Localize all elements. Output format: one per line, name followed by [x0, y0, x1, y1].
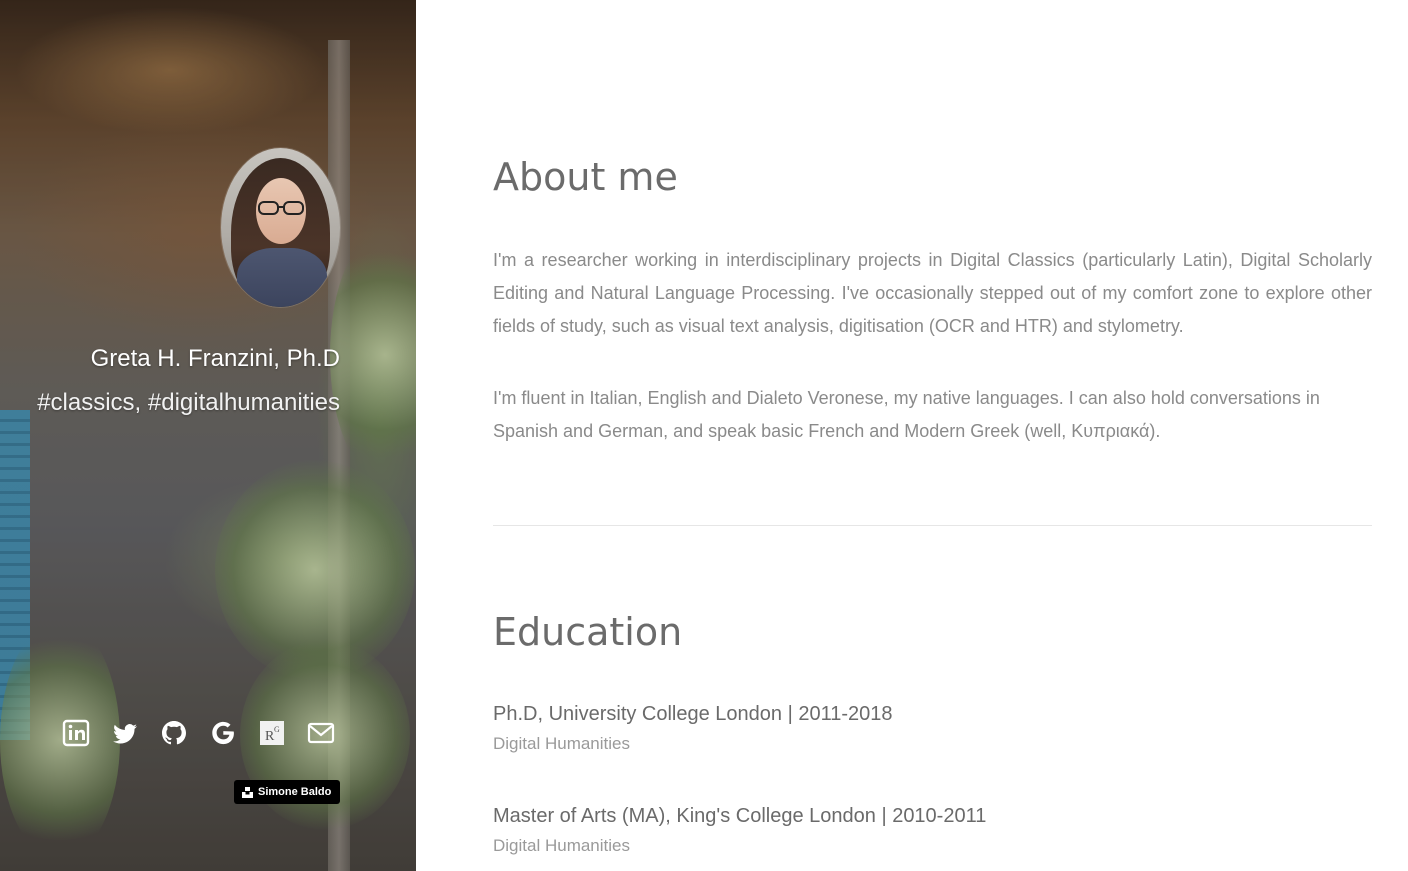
education-degree: Master of Arts (MA), King's College Lond…: [493, 805, 987, 827]
photo-credit-badge[interactable]: Simone Baldo: [234, 780, 341, 804]
education-field: Digital Humanities: [493, 734, 630, 753]
profile-tags: #classics, #digitalhumanities: [37, 389, 340, 416]
avatar-glasses: [258, 201, 304, 215]
github-icon[interactable]: [160, 718, 188, 748]
avatar-sweater: [237, 248, 327, 307]
education-degree: Ph.D, University College London | 2011-2…: [493, 703, 893, 725]
researchgate-icon[interactable]: R G: [258, 718, 286, 748]
unsplash-icon: [242, 786, 253, 798]
photo-credit-label: Simone Baldo: [258, 786, 332, 798]
avatar: [221, 148, 340, 307]
education-field: Digital Humanities: [493, 836, 630, 855]
education-item: Master of Arts (MA), King's College Lond…: [493, 803, 986, 858]
sidebar: Greta H. Franzini, Ph.D #classics, #digi…: [0, 0, 416, 871]
education-title: Education: [493, 610, 683, 654]
google-icon[interactable]: [209, 718, 237, 748]
section-divider: [493, 525, 1372, 526]
about-paragraph: I'm a researcher working in interdiscipl…: [493, 250, 1372, 336]
education-item: Ph.D, University College London | 2011-2…: [493, 701, 893, 756]
social-links: R G: [62, 718, 335, 748]
svg-text:G: G: [274, 725, 280, 734]
about-title: About me: [493, 155, 678, 199]
linkedin-icon[interactable]: [62, 718, 90, 748]
about-paragraph: I'm fluent in Italian, English and Diale…: [493, 388, 1320, 441]
profile-name: Greta H. Franzini, Ph.D: [90, 345, 340, 372]
twitter-icon[interactable]: [111, 718, 139, 748]
page: Greta H. Franzini, Ph.D #classics, #digi…: [0, 0, 1408, 871]
email-icon[interactable]: [307, 718, 335, 748]
